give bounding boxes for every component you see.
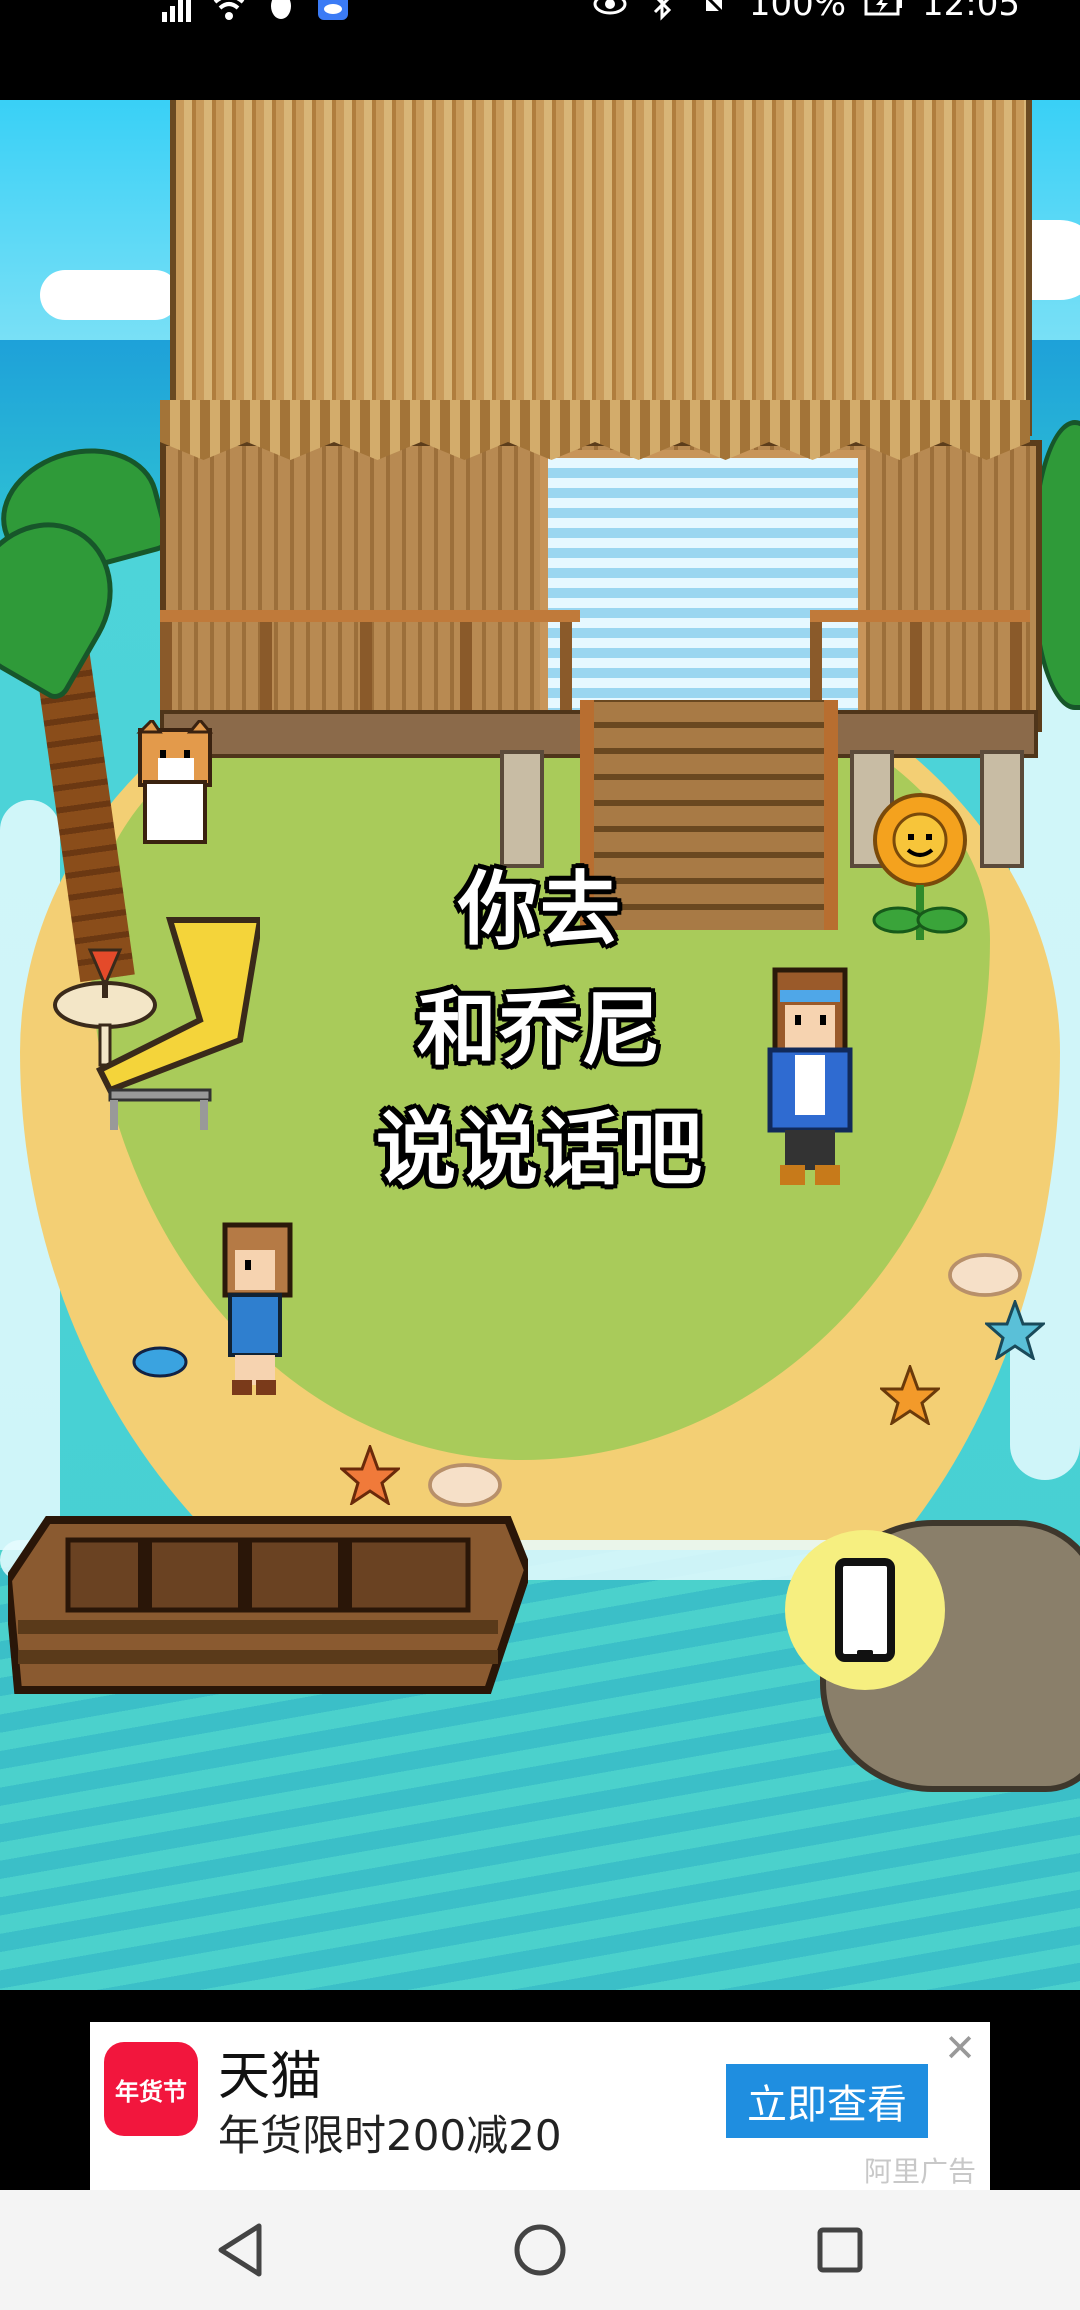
lounge-chair <box>95 917 260 1130</box>
screen: 100% 12:05 你去 和乔尼 说说话吧 年货节 天猫 年货限时200减20… <box>0 0 1080 2310</box>
battery-charging-icon <box>864 0 903 16</box>
thatched-roof <box>170 100 1032 436</box>
mute-bell-icon <box>705 0 727 18</box>
battery-percent: 100% <box>748 0 847 24</box>
ad-title: 天猫 <box>218 2047 323 2107</box>
status-left-icons <box>160 0 350 24</box>
starfish <box>340 1445 400 1505</box>
starfish <box>985 1300 1045 1360</box>
stilt-post <box>980 750 1024 868</box>
blue-bird <box>132 1346 188 1378</box>
cloud <box>40 270 180 320</box>
game-scene[interactable]: 你去 和乔尼 说说话吧 <box>0 100 1080 1990</box>
player-sprite[interactable] <box>210 1220 310 1400</box>
ad-close-icon[interactable]: ✕ <box>944 2026 976 2070</box>
qq-penguin-icon <box>271 0 291 19</box>
status-bar: 100% 12:05 <box>0 0 1080 100</box>
recents-square-icon <box>817 2227 863 2273</box>
bluetooth-icon <box>653 0 671 21</box>
wifi-icon <box>213 0 245 20</box>
clock: 12:05 <box>922 0 1020 24</box>
tmall-logo: 年货节 <box>104 2042 198 2136</box>
signal-icon <box>162 0 191 22</box>
eye-icon <box>593 0 627 15</box>
cloud-app-icon <box>318 0 348 20</box>
ad-source-label: 阿里广告 <box>863 2155 976 2188</box>
status-right: 100% 12:05 <box>593 0 1020 24</box>
home-button[interactable] <box>440 2190 640 2310</box>
phone-icon <box>835 1558 895 1662</box>
ad-banner[interactable]: 年货节 天猫 年货限时200减20 立即查看 ✕ 阿里广告 <box>90 2022 990 2190</box>
balcony-rail-right <box>810 610 1030 724</box>
seashell <box>428 1463 502 1507</box>
sunflower-sprite[interactable] <box>870 790 970 960</box>
ad-subtitle: 年货限时200减20 <box>218 2111 562 2160</box>
starfish <box>880 1365 940 1425</box>
balcony-rail-left <box>160 610 580 724</box>
back-triangle-icon <box>218 2223 262 2277</box>
tmall-logo-text: 年货节 <box>115 2077 187 2106</box>
home-circle-icon <box>514 2224 566 2276</box>
wooden-boat[interactable] <box>8 1510 528 1710</box>
back-button[interactable] <box>140 2190 340 2310</box>
dialog-text: 你去 和乔尼 说说话吧 <box>290 850 790 1210</box>
dialog-line-3: 说说话吧 <box>376 1103 704 1196</box>
phone-button[interactable] <box>785 1530 945 1690</box>
dialog-line-2: 和乔尼 <box>417 983 663 1076</box>
dialog-line-1: 你去 <box>458 863 622 956</box>
seashell <box>948 1253 1022 1297</box>
cat-sprite[interactable] <box>130 720 220 850</box>
system-nav-bar <box>0 2190 1080 2310</box>
recents-button[interactable] <box>740 2190 940 2310</box>
ad-view-button[interactable]: 立即查看 <box>726 2064 928 2138</box>
